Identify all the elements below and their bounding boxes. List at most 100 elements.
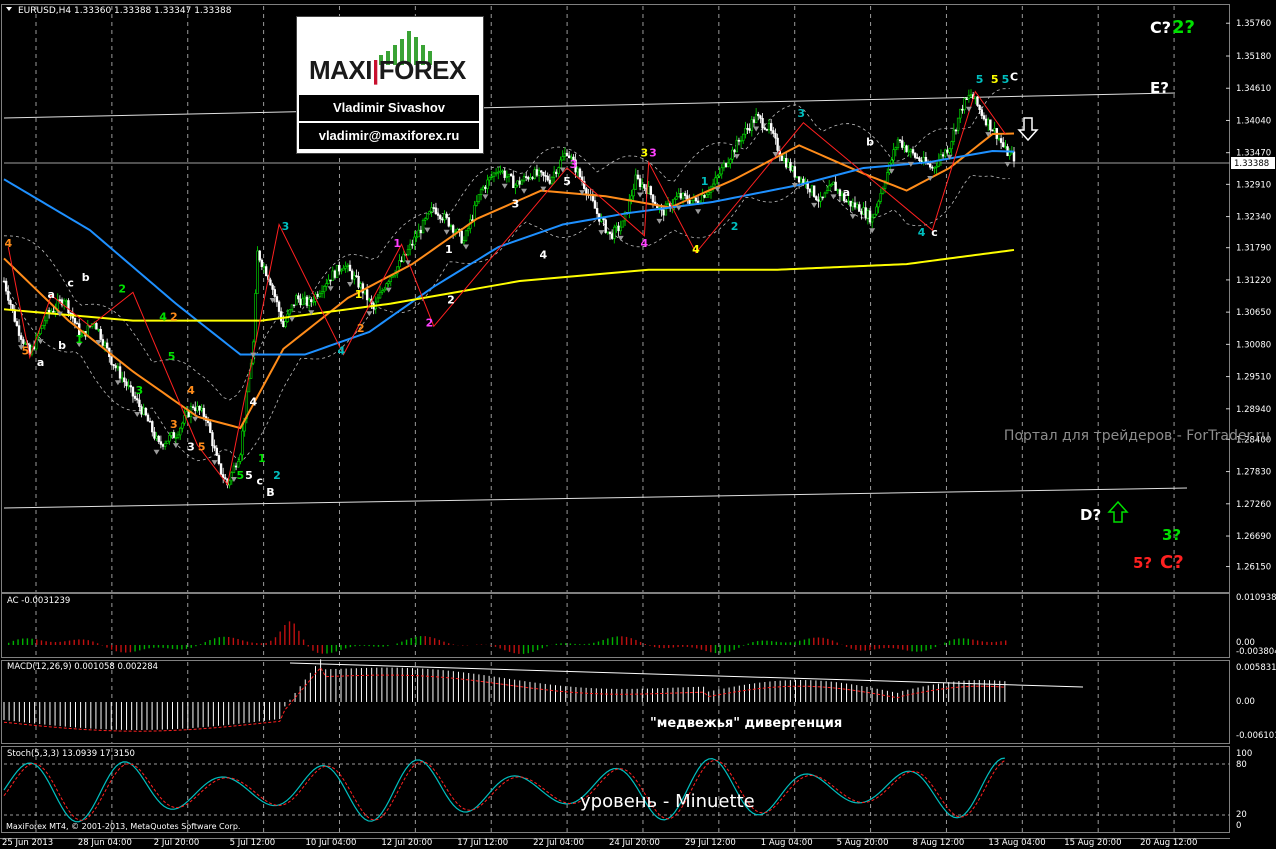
candle-body [941, 154, 945, 157]
fractal-down-icon [617, 235, 624, 241]
candle-body [73, 317, 77, 324]
candle-body [948, 148, 951, 153]
author-name: Vladimir Sivashov [333, 100, 445, 115]
fractal-down-icon [424, 227, 431, 233]
candle-body [969, 94, 973, 96]
candle-body [41, 325, 44, 329]
candle-body [209, 422, 212, 433]
fractal-down-icon [327, 286, 334, 292]
candle-body [963, 98, 966, 110]
candle-body [610, 233, 614, 239]
stoch-signal-line [3, 759, 1006, 821]
candle-body [344, 265, 347, 269]
candle-body [987, 119, 990, 126]
candle-body [868, 210, 872, 223]
candle-body [490, 176, 494, 178]
candle-body [273, 289, 276, 297]
candle-body [849, 200, 852, 207]
candle-body [636, 174, 640, 179]
candle-body [557, 167, 560, 174]
x-tick-label: 2 Jul 20:00 [154, 838, 200, 848]
y-tick-label: 1.32340 [1236, 213, 1271, 223]
wave-label: 4 [641, 237, 649, 250]
candle-body [170, 432, 173, 436]
candle-body [810, 185, 814, 193]
y-tick-label: 1.30080 [1236, 340, 1271, 350]
candle-body [754, 113, 758, 123]
y-tick-label: 1.31790 [1236, 244, 1271, 254]
fractal-down-icon [598, 230, 605, 236]
candles-group [2, 89, 1016, 489]
x-tick-label: 25 Jun 2013 [2, 838, 53, 848]
author-email: vladimir@maxiforex.ru [318, 128, 460, 143]
candle-body [391, 275, 395, 278]
candle-body [415, 236, 418, 239]
candle-body [355, 275, 358, 277]
fractal-down-icon [521, 188, 528, 194]
candle-body [99, 328, 102, 340]
candle-body [830, 184, 833, 187]
candle-body [320, 291, 324, 294]
candle-body [7, 290, 10, 301]
candle-body [402, 253, 405, 262]
wave-label: 1 [75, 333, 83, 346]
candle-body [823, 192, 827, 198]
wave-label: 5 [563, 175, 571, 188]
fractal-down-icon [114, 380, 121, 386]
candle-body [97, 328, 100, 331]
wave-label: 1 [258, 452, 266, 465]
fractal-down-icon [675, 205, 682, 211]
candle-body [651, 194, 655, 203]
candle-body [120, 377, 124, 380]
candle-body [890, 159, 893, 164]
candle-body [967, 95, 971, 99]
maxiforex-logo: MAXI|FOREX Vladimir Sivashov vladimir@ma… [296, 16, 484, 154]
wave-label: 3 [282, 220, 290, 233]
candle-body [198, 405, 201, 411]
candle-body [389, 276, 393, 282]
candle-body [434, 207, 438, 215]
stoch-level-annotation: уровень - Minuette [580, 791, 755, 812]
candle-body [45, 310, 49, 322]
candle-body [378, 291, 382, 299]
candle-body [512, 175, 515, 189]
wave-label: 4 [249, 395, 257, 408]
candle-body [234, 465, 238, 468]
wave-label: B [266, 486, 274, 499]
candle-body [305, 296, 309, 306]
candle-body [617, 225, 620, 232]
fractal-down-icon [637, 192, 644, 198]
fractal-down-icon [37, 339, 44, 345]
candle-body [834, 181, 837, 191]
wave-label: a [843, 186, 850, 199]
candle-body [479, 189, 483, 195]
x-tick-label: 5 Aug 20:00 [837, 838, 889, 848]
arrow-down-icon [1017, 117, 1039, 142]
candle-body [499, 170, 502, 173]
candle-body [862, 207, 865, 215]
candle-body [413, 236, 416, 246]
candle-body [961, 108, 964, 111]
fractal-down-icon [482, 194, 489, 200]
candle-body [825, 190, 829, 194]
candle-body [398, 260, 401, 268]
candle-body [999, 138, 1003, 143]
candle-body [866, 210, 870, 219]
wave-label: 5 [237, 469, 245, 482]
trading-chart[interactable]: 1.357601.351801.346101.340401.334701.329… [0, 0, 1276, 849]
candle-body [524, 176, 528, 178]
candle-body [531, 177, 534, 179]
candle-body [256, 250, 259, 294]
candle-body [533, 169, 536, 179]
candle-body [301, 298, 304, 306]
candle-body [883, 182, 887, 189]
candle-body [815, 196, 818, 201]
wave-label: 1 [393, 237, 401, 250]
candle-body [112, 364, 115, 367]
pane-frame [1, 4, 1230, 593]
macd-pane-label: MACD(12,26,9) 0.001058 0.002284 [7, 662, 158, 672]
candle-body [711, 183, 715, 188]
candle-body [529, 177, 532, 180]
candle-body [565, 152, 569, 157]
candle-body [114, 365, 117, 369]
